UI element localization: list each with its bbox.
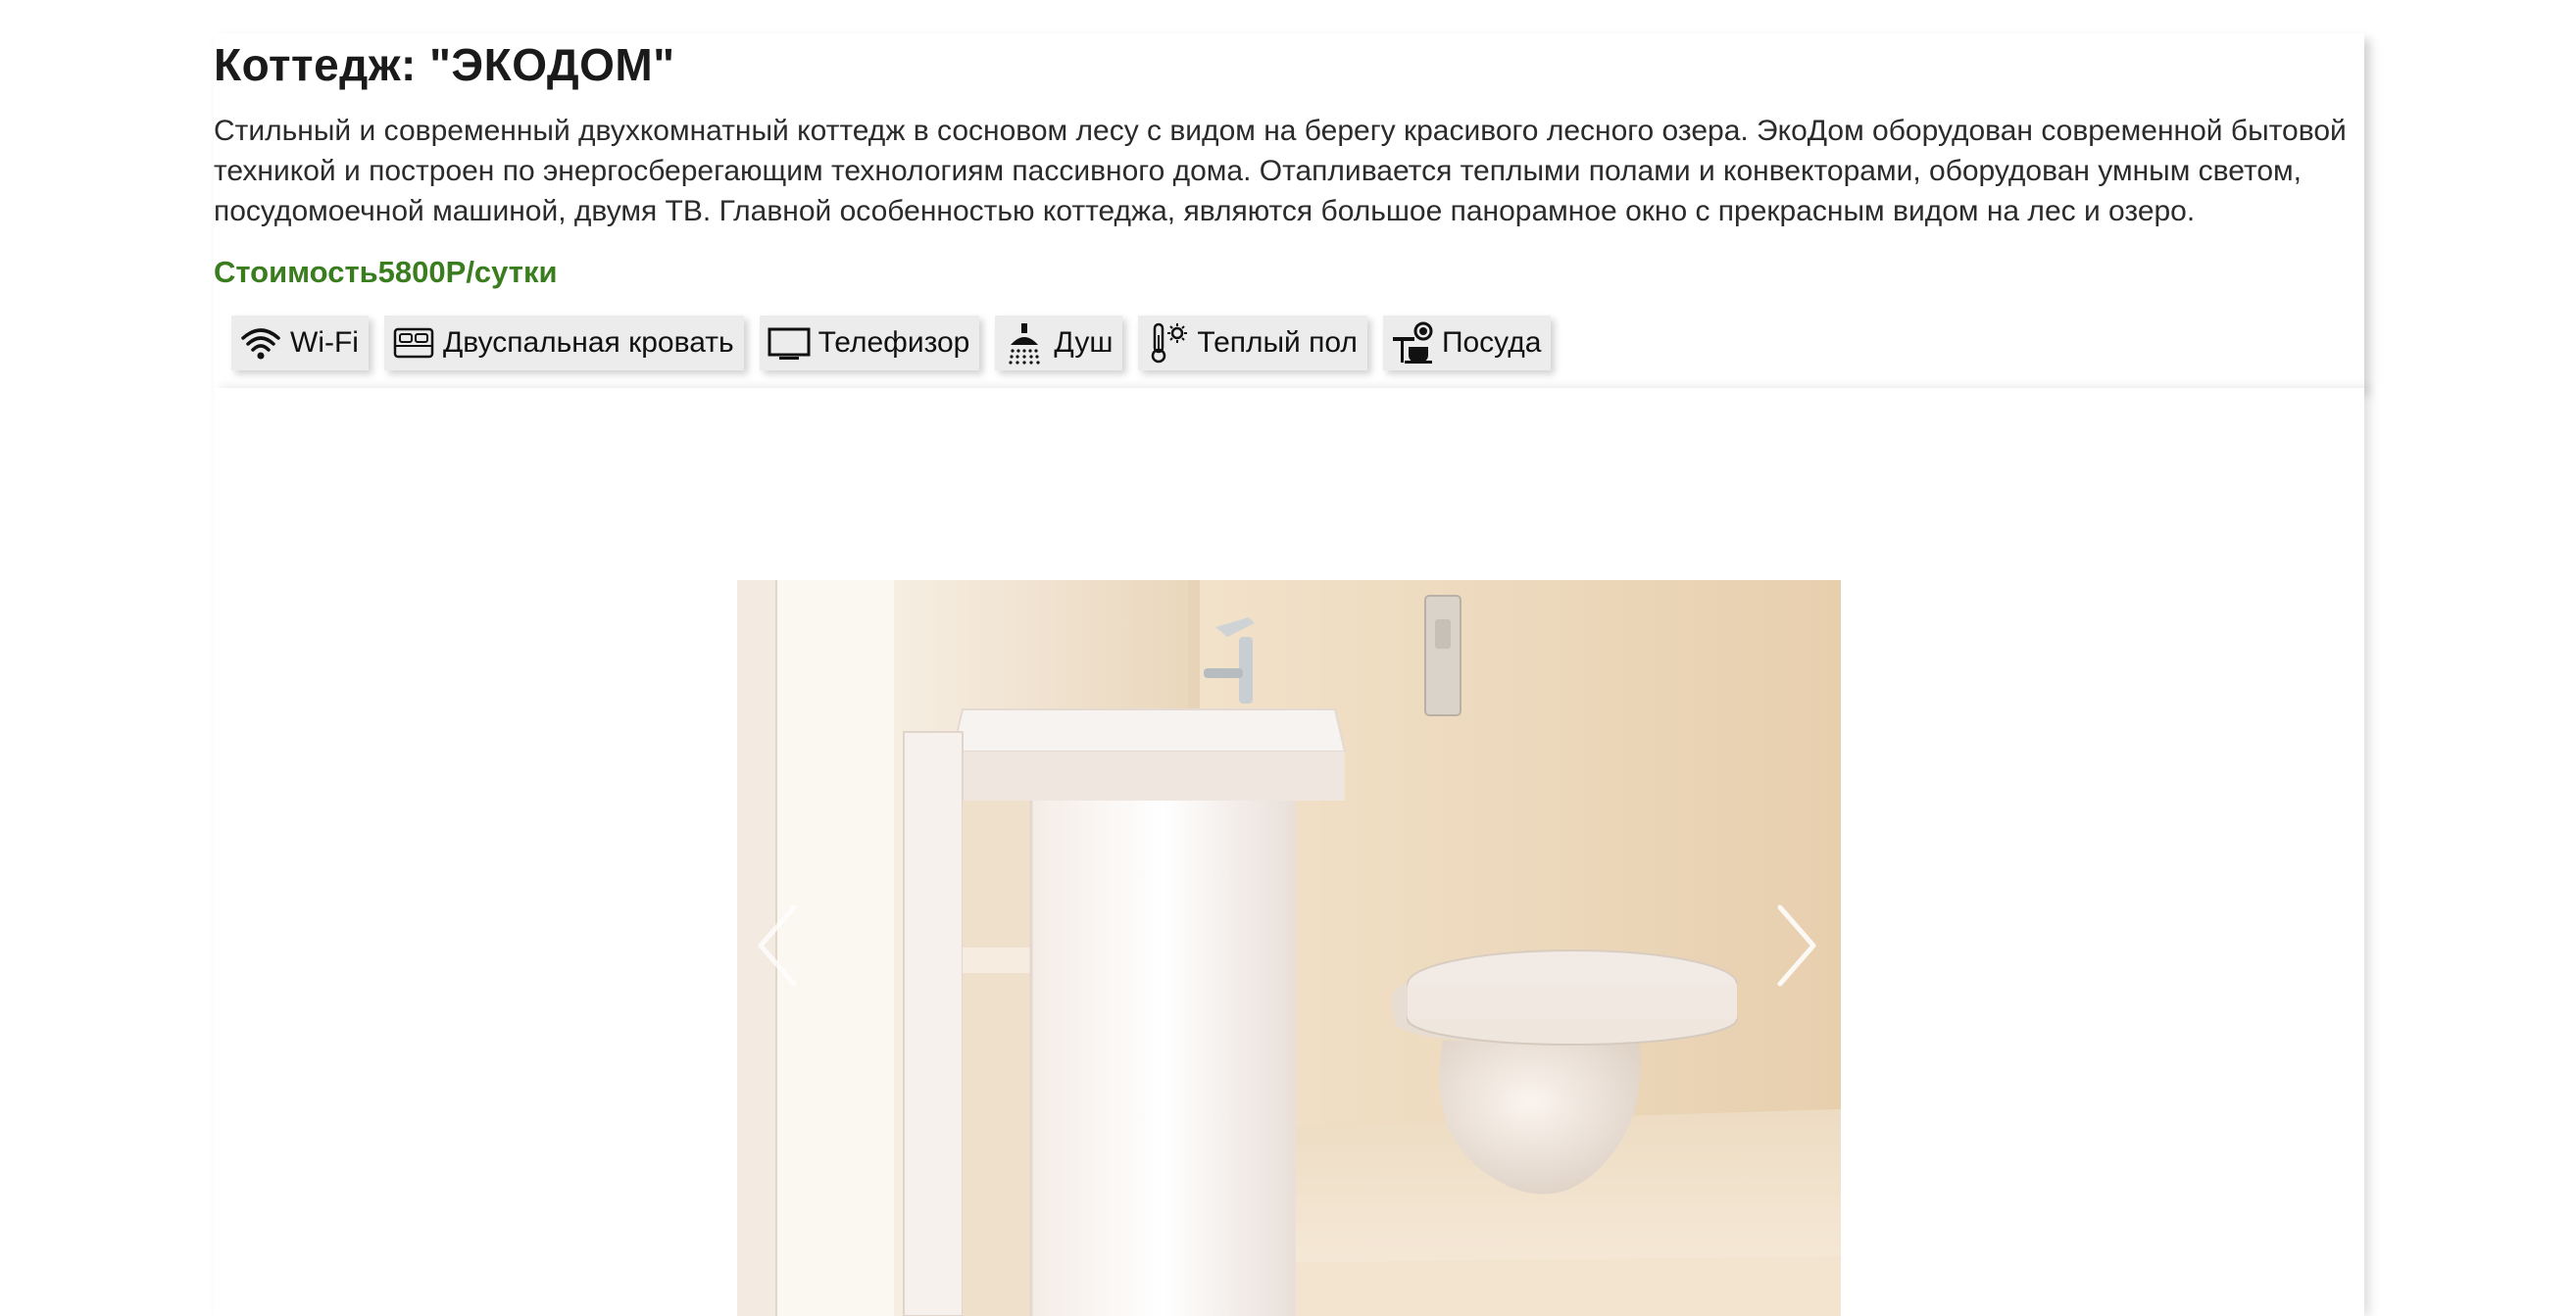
gallery-photo — [737, 580, 1841, 1316]
dishes-icon — [1391, 321, 1434, 365]
amenity-shower: Душ — [995, 316, 1123, 370]
amenities-list: Wi-Fi Двуспальная кровать Телефизор Душ … — [231, 316, 1552, 370]
amenity-label: Душ — [1054, 326, 1114, 359]
amenity-label: Посуда — [1441, 326, 1542, 359]
thermometer-icon — [1146, 321, 1189, 365]
cottage-price: Стоимость5800Р/сутки — [214, 255, 558, 289]
cottage-title: Коттедж: "ЭКОДОМ" — [214, 39, 675, 90]
shower-icon — [1003, 321, 1046, 365]
amenity-label: Телефизор — [817, 326, 970, 359]
tv-icon — [768, 321, 811, 365]
amenity-warm-floor: Теплый пол — [1138, 316, 1367, 370]
cottage-description: Стильный и современный двухкомнатный кот… — [214, 115, 2347, 227]
gallery-next-button[interactable] — [1772, 902, 1821, 990]
amenity-label: Wi-Fi — [290, 326, 359, 359]
amenity-label: Двуспальная кровать — [442, 326, 734, 359]
amenity-bed: Двуспальная кровать — [383, 316, 744, 370]
wifi-icon — [239, 321, 282, 365]
chevron-left-icon — [758, 904, 797, 987]
page: Коттедж: "ЭКОДОМ" Стильный и современный… — [0, 0, 2576, 1316]
cottage-card: Коттедж: "ЭКОДОМ" Стильный и современный… — [214, 33, 2364, 388]
amenity-label: Теплый пол — [1197, 326, 1358, 359]
amenity-dishes: Посуда — [1382, 316, 1552, 370]
gallery-prev-button[interactable] — [753, 902, 802, 990]
bed-icon — [392, 321, 435, 365]
amenity-wifi: Wi-Fi — [231, 316, 369, 370]
chevron-right-icon — [1777, 904, 1816, 987]
amenity-tv: Телефизор — [759, 316, 980, 370]
